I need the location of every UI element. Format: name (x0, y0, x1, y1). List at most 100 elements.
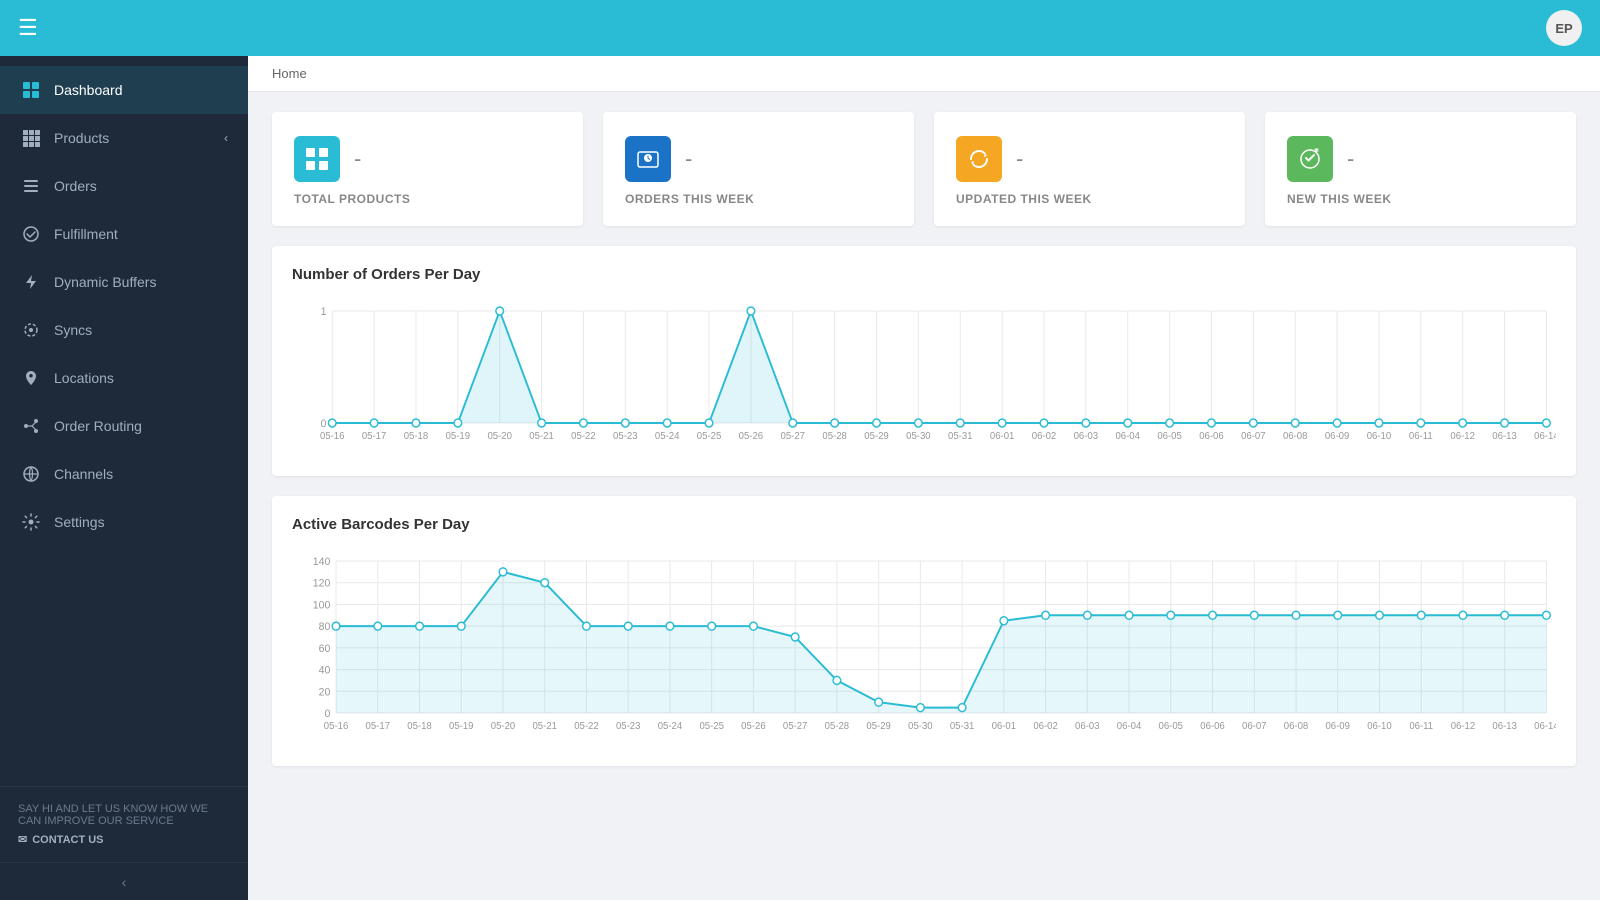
sidebar-label-dashboard: Dashboard (54, 82, 228, 98)
svg-text:05-16: 05-16 (320, 431, 345, 442)
sidebar-label-channels: Channels (54, 466, 228, 482)
svg-text:05-21: 05-21 (529, 431, 553, 442)
svg-text:05-23: 05-23 (616, 721, 641, 732)
svg-text:05-30: 05-30 (906, 431, 931, 442)
svg-text:80: 80 (319, 621, 331, 633)
updated-this-week-icon (956, 136, 1002, 182)
svg-text:06-05: 06-05 (1159, 721, 1184, 732)
barcodes-chart-title: Active Barcodes Per Day (292, 516, 1556, 533)
svg-text:06-14: 06-14 (1534, 721, 1556, 732)
svg-text:06-06: 06-06 (1199, 431, 1224, 442)
svg-text:05-17: 05-17 (366, 721, 390, 732)
breadcrumb-label: Home (272, 66, 307, 81)
svg-text:05-16: 05-16 (324, 721, 349, 732)
total-products-label: TOTAL PRODUCTS (294, 192, 561, 206)
content-inner: - TOTAL PRODUCTS - ORDERS THIS WEEK (248, 92, 1600, 806)
sidebar-item-syncs[interactable]: Syncs (0, 306, 248, 354)
svg-text:05-30: 05-30 (908, 721, 933, 732)
svg-text:06-06: 06-06 (1200, 721, 1225, 732)
total-products-value: - (354, 146, 361, 172)
svg-text:06-03: 06-03 (1074, 431, 1099, 442)
orders-per-day-section: Number of Orders Per Day 0105-1605-1705-… (272, 246, 1576, 476)
sidebar-item-products[interactable]: Products ‹ (0, 114, 248, 162)
sidebar-collapse-button[interactable]: ‹ (0, 862, 248, 900)
content-area: Home - TOTAL PRODUCTS (248, 56, 1600, 900)
sidebar-item-dynamic-buffers[interactable]: Dynamic Buffers (0, 258, 248, 306)
svg-text:05-21: 05-21 (532, 721, 556, 732)
sidebar-label-order-routing: Order Routing (54, 418, 228, 434)
svg-text:05-28: 05-28 (822, 431, 847, 442)
total-products-icon (294, 136, 340, 182)
svg-text:05-20: 05-20 (491, 721, 516, 732)
sidebar-item-order-routing[interactable]: Order Routing (0, 402, 248, 450)
svg-text:06-07: 06-07 (1241, 431, 1265, 442)
products-icon (20, 127, 42, 149)
sidebar-label-products: Products (54, 130, 224, 146)
menu-toggle-button[interactable]: ☰ (18, 15, 38, 41)
sidebar-label-locations: Locations (54, 370, 228, 386)
svg-text:06-13: 06-13 (1492, 431, 1517, 442)
svg-text:06-14: 06-14 (1534, 431, 1556, 442)
svg-text:20: 20 (319, 686, 331, 698)
sidebar: Dashboard Products ‹ Orders Fulfillm (0, 56, 248, 900)
orders-chart-title: Number of Orders Per Day (292, 266, 1556, 283)
svg-text:100: 100 (313, 599, 331, 611)
svg-text:05-28: 05-28 (825, 721, 850, 732)
orders-icon (20, 175, 42, 197)
orders-this-week-icon (625, 136, 671, 182)
svg-text:05-18: 05-18 (407, 721, 432, 732)
sidebar-label-settings: Settings (54, 514, 228, 530)
sidebar-item-dashboard[interactable]: Dashboard (0, 66, 248, 114)
svg-text:06-13: 06-13 (1492, 721, 1517, 732)
svg-text:05-22: 05-22 (571, 431, 595, 442)
mail-icon: ✉ (18, 833, 27, 846)
new-this-week-value: - (1347, 146, 1354, 172)
orders-chart-container: 0105-1605-1705-1805-1905-2005-2105-2205-… (292, 297, 1556, 462)
contact-us-link[interactable]: ✉ CONTACT US (18, 833, 230, 846)
svg-text:140: 140 (313, 556, 331, 568)
svg-text:05-29: 05-29 (866, 721, 890, 732)
svg-text:05-25: 05-25 (697, 431, 722, 442)
orders-this-week-value: - (685, 146, 692, 172)
svg-text:05-20: 05-20 (487, 431, 512, 442)
sidebar-label-dynamic-buffers: Dynamic Buffers (54, 274, 228, 290)
barcodes-per-day-section: Active Barcodes Per Day 0204060801001201… (272, 496, 1576, 766)
svg-text:05-19: 05-19 (446, 431, 470, 442)
svg-text:05-24: 05-24 (655, 431, 680, 442)
svg-text:60: 60 (319, 643, 331, 655)
svg-text:05-31: 05-31 (950, 721, 974, 732)
footer-text: SAY HI AND LET US KNOW HOW WE CAN IMPROV… (18, 803, 230, 827)
stat-card-total-products: - TOTAL PRODUCTS (272, 112, 583, 226)
sidebar-footer: SAY HI AND LET US KNOW HOW WE CAN IMPROV… (0, 786, 248, 862)
sidebar-item-channels[interactable]: Channels (0, 450, 248, 498)
svg-text:05-27: 05-27 (783, 721, 807, 732)
svg-text:06-09: 06-09 (1325, 721, 1349, 732)
svg-text:06-07: 06-07 (1242, 721, 1266, 732)
svg-text:06-10: 06-10 (1367, 721, 1392, 732)
svg-text:120: 120 (313, 578, 331, 590)
svg-text:06-02: 06-02 (1032, 431, 1056, 442)
sidebar-item-orders[interactable]: Orders (0, 162, 248, 210)
svg-text:05-22: 05-22 (574, 721, 598, 732)
svg-text:05-19: 05-19 (449, 721, 473, 732)
sidebar-item-fulfillment[interactable]: Fulfillment (0, 210, 248, 258)
svg-text:06-11: 06-11 (1409, 721, 1433, 732)
sidebar-item-locations[interactable]: Locations (0, 354, 248, 402)
svg-text:06-03: 06-03 (1075, 721, 1100, 732)
svg-text:06-10: 06-10 (1367, 431, 1392, 442)
svg-text:06-12: 06-12 (1450, 431, 1474, 442)
svg-text:0: 0 (321, 418, 327, 430)
svg-text:06-04: 06-04 (1117, 721, 1142, 732)
user-avatar[interactable]: EP (1546, 10, 1582, 46)
barcodes-chart-container: 02040608010012014005-1605-1705-1805-1905… (292, 547, 1556, 752)
sidebar-label-orders: Orders (54, 178, 228, 194)
svg-text:0: 0 (324, 708, 330, 720)
bolt-icon (20, 271, 42, 293)
sidebar-item-settings[interactable]: Settings (0, 498, 248, 546)
fulfillment-icon (20, 223, 42, 245)
svg-text:06-09: 06-09 (1325, 431, 1349, 442)
stat-card-updated-this-week: - UPDATED THIS WEEK (934, 112, 1245, 226)
gear-icon (20, 511, 42, 533)
svg-text:05-26: 05-26 (741, 721, 766, 732)
svg-text:05-29: 05-29 (864, 431, 888, 442)
